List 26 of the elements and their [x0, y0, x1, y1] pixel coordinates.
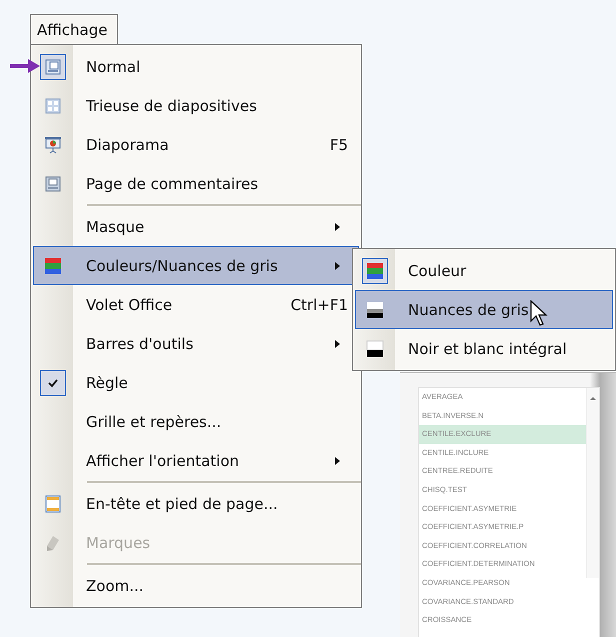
marker-icon [44, 534, 62, 552]
menu-item[interactable]: Couleurs/Nuances de gris [33, 246, 359, 285]
menu-item[interactable]: En-tête et pied de page... [33, 484, 359, 523]
slide-view-icon [45, 58, 61, 74]
grayscale-icon [366, 300, 384, 318]
menu-item[interactable]: Normal [33, 47, 359, 86]
color-bars-icon [44, 256, 62, 274]
menu-item[interactable]: Page de commentaires [33, 164, 359, 203]
menu-item[interactable]: Afficher l'orientation [33, 441, 359, 480]
menu-item[interactable]: Diaporama F5 [33, 125, 359, 164]
menu-title[interactable]: Affichage [30, 14, 118, 44]
pointer-arrow-icon [10, 59, 40, 73]
grid-icon [45, 98, 61, 114]
color-bars-icon [366, 262, 384, 280]
scrollbar[interactable] [586, 388, 599, 578]
mouse-cursor-icon [530, 300, 550, 328]
projector-screen-icon [44, 136, 62, 154]
menu-item[interactable]: Masque [33, 207, 359, 246]
check-icon [47, 378, 59, 388]
menu-item[interactable]: Grille et repères... [33, 402, 359, 441]
menu-item[interactable]: Nuances de gris [355, 290, 613, 329]
page-icon [45, 494, 61, 512]
notes-page-icon [45, 176, 61, 192]
menu-item[interactable]: Trieuse de diapositives [33, 86, 359, 125]
contrast-icon [366, 340, 384, 358]
menu-item[interactable]: Zoom... [33, 566, 359, 605]
